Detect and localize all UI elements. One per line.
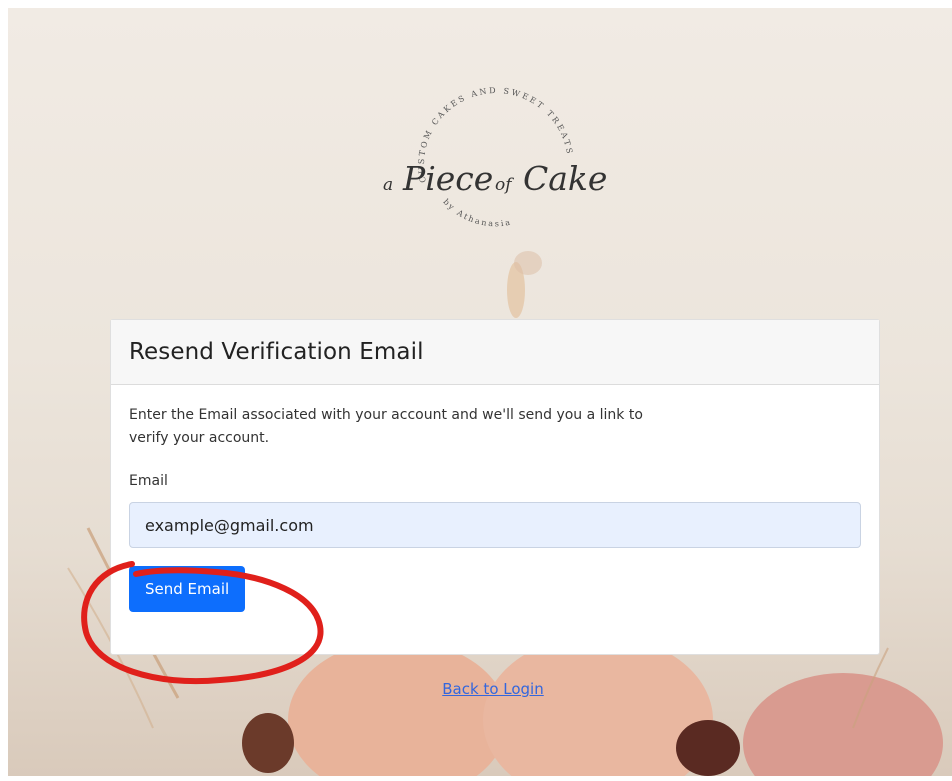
logo-brand-cake: Cake (523, 159, 607, 198)
resend-verification-card: Resend Verification Email Enter the Emai… (110, 319, 880, 655)
dried-flower-right (676, 720, 740, 776)
brand-logo: CUSTOM CAKES AND SWEET TREATS a Piece of… (383, 86, 607, 228)
logo-brand-piece: Piece (402, 159, 493, 198)
dried-flower-left (242, 713, 294, 773)
logo-by-line: by Athanasia (441, 197, 512, 228)
card-body: Enter the Email associated with your acc… (111, 385, 879, 612)
send-email-button[interactable]: Send Email (129, 566, 246, 612)
page-background: CUSTOM CAKES AND SWEET TREATS a Piece of… (8, 8, 952, 776)
email-label: Email (129, 473, 168, 489)
email-input[interactable] (129, 502, 861, 548)
card-description: Enter the Email associated with your acc… (129, 407, 643, 446)
back-to-login-link[interactable]: Back to Login (8, 680, 952, 698)
balloon-left (288, 640, 508, 776)
card-title: Resend Verification Email (129, 339, 424, 365)
logo-brand-a: a (383, 175, 393, 195)
logo-brand-of: of (495, 175, 514, 195)
pampas-tip (514, 251, 542, 275)
card-header: Resend Verification Email (111, 320, 879, 385)
